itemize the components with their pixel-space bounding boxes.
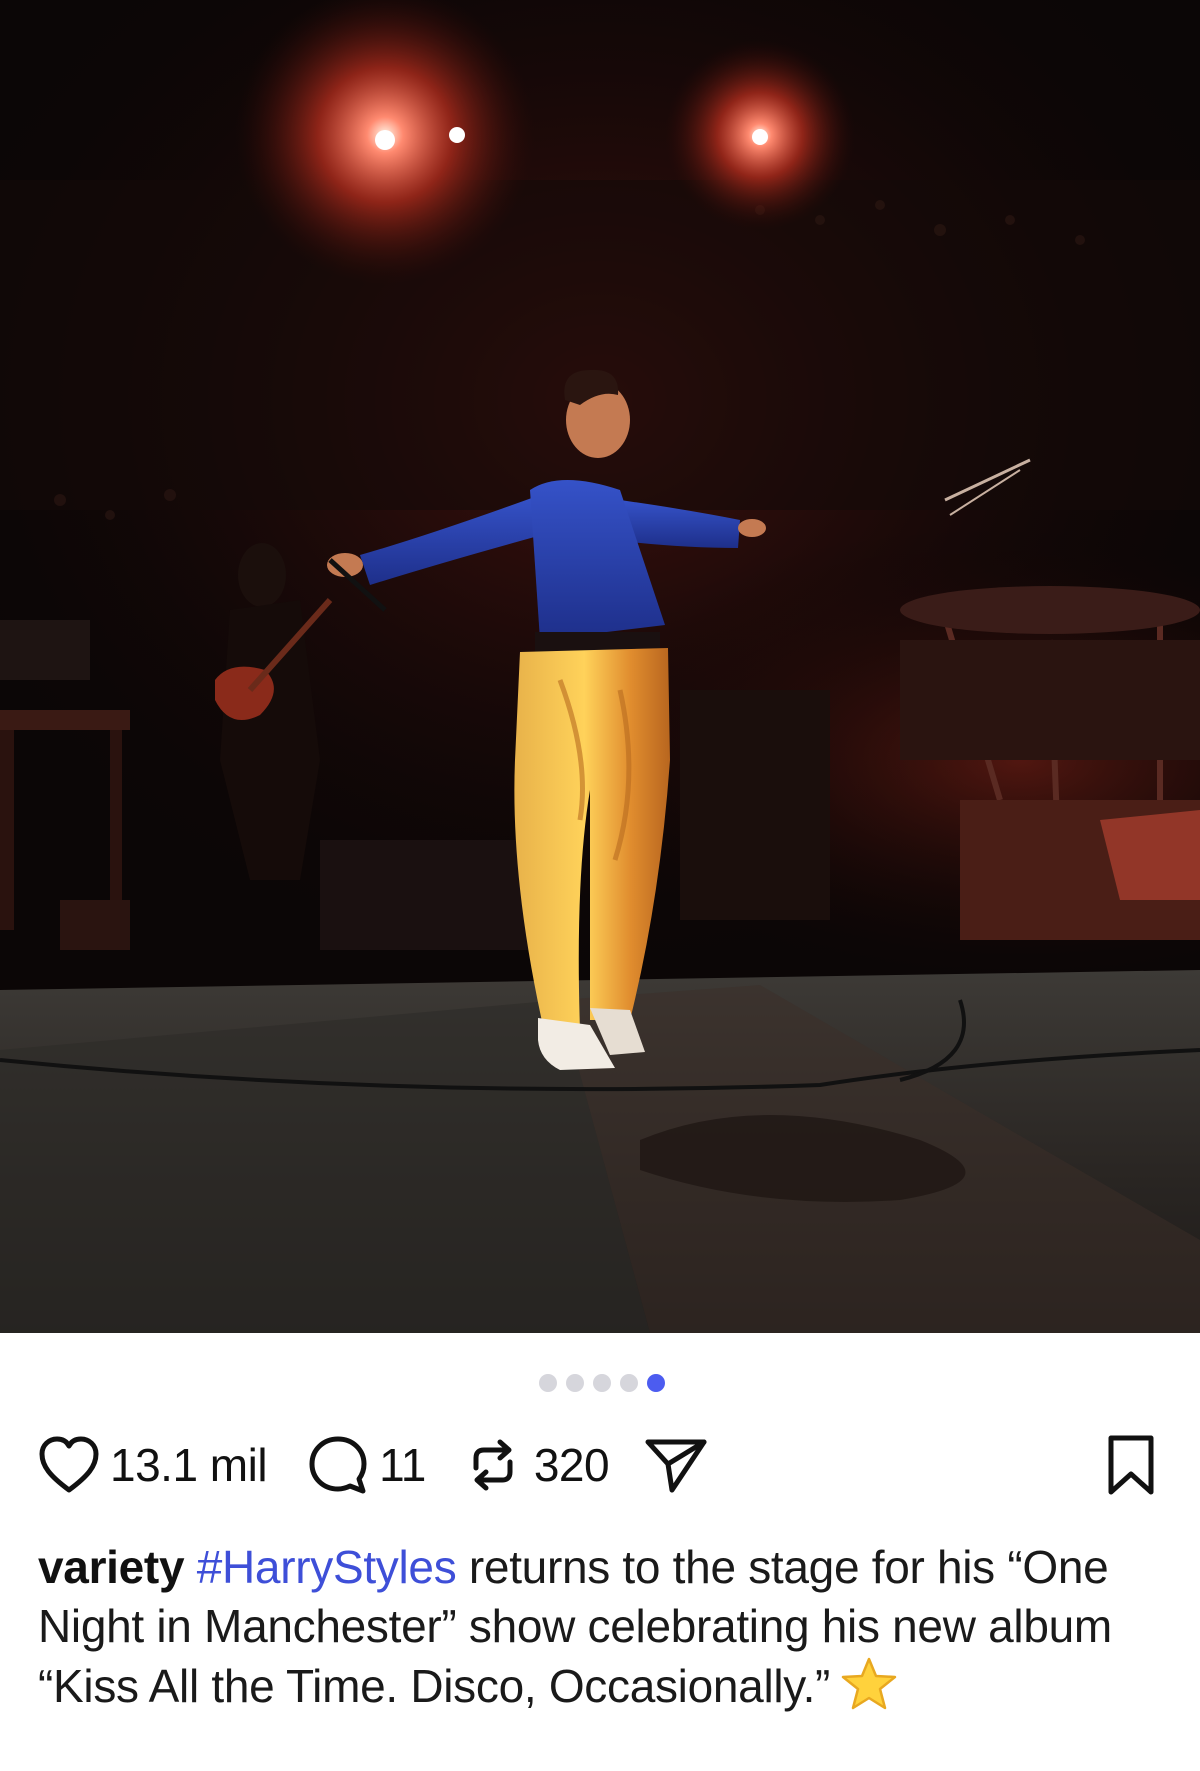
like-button[interactable]: 13.1 mil [36,1432,305,1498]
carousel-dot[interactable] [539,1374,557,1392]
post-actions-bar: 13.1 mil 11 320 [36,1430,1164,1500]
carousel-indicator [0,1373,1200,1393]
heart-icon[interactable] [36,1432,102,1498]
repost-button[interactable]: 320 [460,1432,643,1498]
comment-icon[interactable] [305,1432,371,1498]
carousel-dot-active[interactable] [647,1374,665,1392]
bookmark-button[interactable] [1098,1432,1164,1498]
stage-photo-illustration [0,0,1200,1333]
caption-username[interactable]: variety [38,1541,185,1593]
carousel-dot[interactable] [566,1374,584,1392]
comment-count[interactable]: 11 [379,1438,426,1492]
comment-button[interactable]: 11 [305,1432,460,1498]
carousel-dot[interactable] [620,1374,638,1392]
bookmark-icon[interactable] [1098,1432,1164,1498]
repost-icon[interactable] [460,1432,526,1498]
like-count[interactable]: 13.1 mil [110,1438,268,1492]
post-photo[interactable] [0,0,1200,1333]
star-emoji-icon [840,1656,898,1726]
carousel-dot[interactable] [593,1374,611,1392]
caption-hashtag[interactable]: #HarryStyles [197,1541,457,1593]
share-icon[interactable] [643,1432,709,1498]
share-button[interactable] [643,1432,709,1498]
repost-count[interactable]: 320 [534,1438,610,1492]
post-caption: variety #HarryStyles returns to the stag… [38,1538,1158,1726]
